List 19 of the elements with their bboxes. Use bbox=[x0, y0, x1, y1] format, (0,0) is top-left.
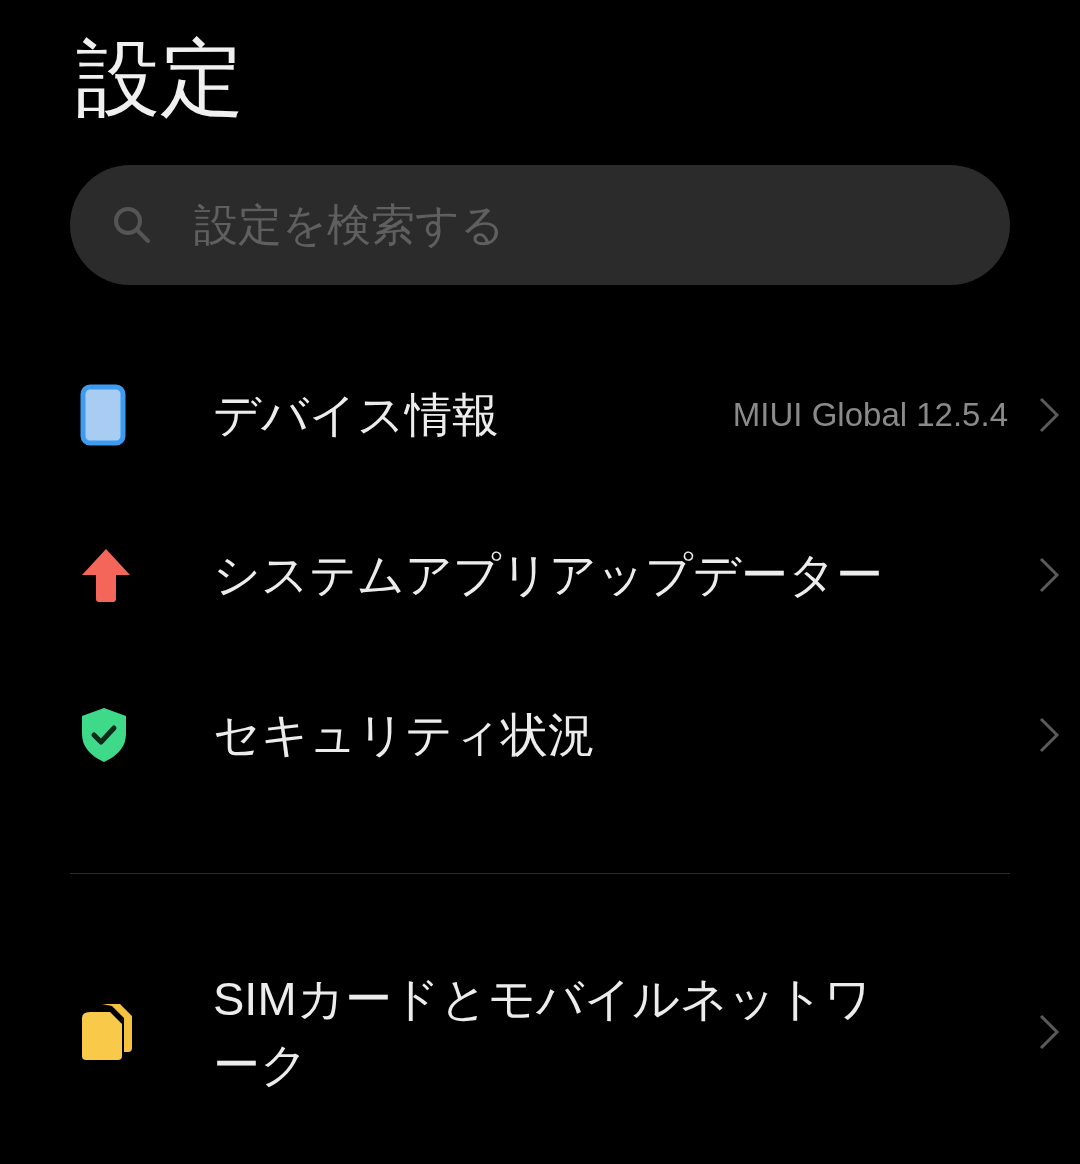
search-icon bbox=[112, 205, 152, 245]
sim-cards-icon bbox=[80, 1002, 134, 1062]
item-label: システムアプリアップデーター bbox=[213, 547, 884, 603]
chevron-right-icon bbox=[1038, 1013, 1060, 1051]
settings-item[interactable]: セキュリティ状況 bbox=[70, 655, 1060, 815]
chevron-right-icon bbox=[1038, 716, 1060, 754]
settings-item[interactable]: システムアプリアップデーター bbox=[70, 495, 1060, 655]
chevron-right-icon bbox=[1038, 556, 1060, 594]
item-label: セキュリティ状況 bbox=[213, 707, 596, 763]
page-title: 設定 bbox=[76, 36, 244, 120]
shield-check-icon bbox=[80, 706, 128, 764]
settings-item[interactable]: デバイス情報 MIUI Global 12.5.4 bbox=[70, 335, 1060, 495]
item-label: デバイス情報 bbox=[213, 387, 500, 443]
settings-item[interactable]: SIMカードとモバイルネットワーク bbox=[70, 952, 1060, 1112]
phone-icon bbox=[80, 384, 126, 446]
chevron-right-icon bbox=[1038, 396, 1060, 434]
item-value: MIUI Global 12.5.4 bbox=[732, 395, 1008, 436]
arrow-up-icon bbox=[80, 547, 132, 603]
item-label: SIMカードとモバイルネットワーク bbox=[213, 971, 873, 1093]
